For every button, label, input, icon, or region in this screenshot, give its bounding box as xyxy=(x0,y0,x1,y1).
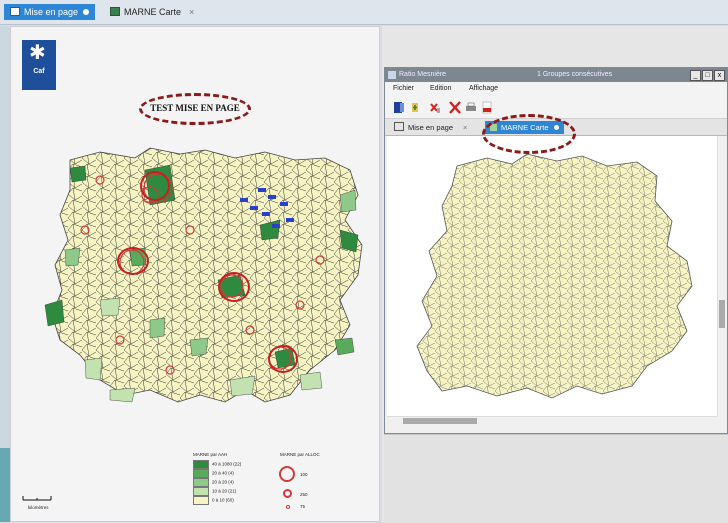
title-annotation-ellipse xyxy=(139,93,251,125)
open-door-icon[interactable] xyxy=(393,101,405,114)
legend-row: 10 à 20 (21) xyxy=(193,487,237,496)
close-button[interactable]: x xyxy=(714,70,725,81)
highlight-circle xyxy=(218,272,250,302)
layout-icon xyxy=(10,7,20,16)
legend-title-alloc: MARNE par ALLOC xyxy=(280,452,320,457)
maximize-button[interactable]: □ xyxy=(702,70,713,81)
legend-label: 10 à 20 (21) xyxy=(212,488,237,494)
export-pdf-icon[interactable] xyxy=(481,101,493,114)
map-icon xyxy=(110,7,120,16)
legend-circle-large xyxy=(279,466,295,482)
legend-circle-small xyxy=(286,505,290,509)
menu-affichage[interactable]: Affichage xyxy=(469,85,498,92)
legend-circle-label: 100 xyxy=(300,472,308,477)
tab-label: MARNE Carte xyxy=(124,7,182,17)
window-tab-mise-en-page[interactable]: Mise en page × xyxy=(389,121,472,134)
logo-text: Caf xyxy=(33,68,45,75)
left-gutter-accent xyxy=(0,448,10,522)
close-tab-icon[interactable]: × xyxy=(463,123,467,132)
legend-aah: 40 à 1080 (22) 20 à 40 (4) 20 à 20 (4) 1… xyxy=(193,460,273,510)
legend-row: 40 à 1080 (22) xyxy=(193,460,242,469)
app-icon xyxy=(388,71,396,79)
legend-row: 20 à 20 (4) xyxy=(193,478,234,487)
menu-fichier[interactable]: Fichier xyxy=(393,85,414,92)
legend-label: 0 à 10 (60) xyxy=(212,497,234,503)
document-tab-bar: Mise en page MARNE Carte × xyxy=(0,0,728,25)
legend-swatch xyxy=(193,496,209,505)
add-layer-icon[interactable] xyxy=(409,101,421,114)
vertical-scrollbar[interactable] xyxy=(717,136,727,416)
scale-bar xyxy=(22,496,52,501)
highlight-circle xyxy=(140,171,170,201)
legend-swatch xyxy=(193,478,209,487)
window-controls: _ □ x xyxy=(689,70,725,81)
vertical-scroll-thumb[interactable] xyxy=(719,300,725,328)
horizontal-scroll-thumb[interactable] xyxy=(403,418,477,424)
delete-small-icon[interactable] xyxy=(429,101,441,114)
toolbar xyxy=(385,98,727,119)
legend-row: 20 à 40 (4) xyxy=(193,469,234,478)
legend-circle-label: 250 xyxy=(300,492,308,497)
caf-logo: ✱ Caf xyxy=(22,40,56,90)
legend-label: 20 à 40 (4) xyxy=(212,470,234,476)
tab-mise-en-page[interactable]: Mise en page xyxy=(4,4,96,20)
tab-label: Mise en page xyxy=(408,123,454,132)
map-view[interactable] xyxy=(387,136,717,416)
close-tab-icon[interactable]: × xyxy=(189,7,194,17)
tab-label: Mise en page xyxy=(24,7,79,17)
legend-circle-medium xyxy=(283,489,292,498)
highlight-circle xyxy=(117,247,149,275)
legend-circle-label: 75 xyxy=(300,504,306,509)
legend-label: 40 à 1080 (22) xyxy=(212,461,242,467)
legend-swatch xyxy=(193,487,209,496)
window-titlebar[interactable]: Ratio Mesnière 1 Groupes consécutives _ □… xyxy=(385,68,727,82)
layout-icon xyxy=(394,122,404,131)
minimize-button[interactable]: _ xyxy=(690,70,701,81)
window-doc-title: 1 Groupes consécutives xyxy=(537,71,613,78)
print-icon[interactable] xyxy=(465,101,477,114)
tab-marne-carte[interactable]: MARNE Carte × xyxy=(104,4,200,20)
marne-choropleth-map xyxy=(44,147,363,403)
scale-label: kilomètres xyxy=(28,505,49,510)
window-app-title: Ratio Mesnière xyxy=(399,71,447,78)
delete-icon[interactable] xyxy=(449,101,461,114)
tab-annotation-ellipse xyxy=(482,114,576,154)
highlight-circle xyxy=(268,345,298,373)
workspace-lower-area xyxy=(384,434,728,523)
legend-swatch xyxy=(193,460,209,469)
legend-row: 0 à 10 (60) xyxy=(193,496,234,505)
legend-swatch xyxy=(193,469,209,478)
marne-outline-map xyxy=(416,153,693,399)
menu-bar: Fichier Edition Affichage xyxy=(385,82,727,98)
legend-label: 20 à 20 (4) xyxy=(212,479,234,485)
tab-modified-dot-icon xyxy=(83,9,90,15)
snowflake-icon: ✱ xyxy=(29,42,46,64)
menu-edition[interactable]: Edition xyxy=(430,85,451,92)
legend-title-aah: MARNE par AAH xyxy=(193,452,228,457)
